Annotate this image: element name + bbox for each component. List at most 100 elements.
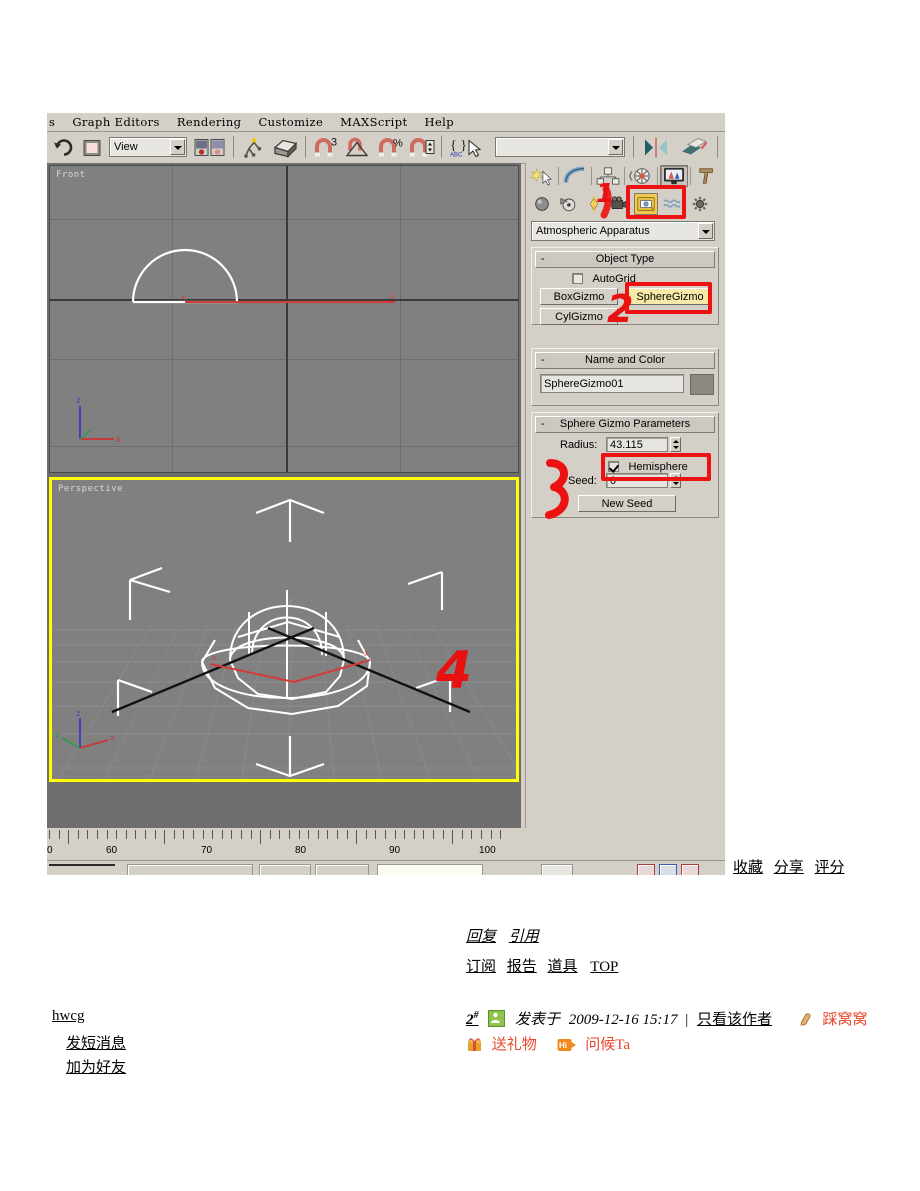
ruler-tick [346, 830, 348, 839]
author-name[interactable]: hwcg [52, 1008, 85, 1025]
ruler-tick [49, 830, 50, 839]
link-greet[interactable]: 问候Ta [585, 1037, 630, 1053]
status-icon-blue[interactable] [659, 864, 677, 875]
link-subscribe[interactable]: 订阅 [466, 959, 496, 975]
radius-label: Radius: [560, 439, 598, 451]
menu-item-partial[interactable]: s [47, 113, 64, 131]
link-rate[interactable]: 评分 [815, 860, 845, 876]
object-color-swatch[interactable] [690, 374, 714, 395]
ruler-tick [289, 830, 290, 839]
status-button-1[interactable] [541, 864, 573, 875]
link-quote[interactable]: 引用 [509, 929, 539, 945]
rollout-collapse-icon[interactable]: - [541, 252, 545, 267]
ruler-label-90: 90 [389, 845, 401, 856]
rollout-header-name-color[interactable]: - Name and Color [535, 352, 715, 369]
undo-arrow-icon[interactable] [51, 135, 75, 160]
viewport-front[interactable]: x x z x Front [49, 165, 519, 473]
post-number[interactable]: 2# [466, 1010, 479, 1028]
viewport-perspective[interactable]: x x z z x y Perspective 4 [49, 477, 519, 782]
chevron-down-icon[interactable] [608, 139, 623, 155]
rollout-header-sphere-params[interactable]: - Sphere Gizmo Parameters [535, 416, 715, 433]
percent-snap-icon[interactable]: % [377, 135, 403, 160]
select-and-link-icon[interactable] [241, 135, 265, 160]
svg-text:z: z [288, 597, 293, 606]
status-field-3[interactable] [315, 864, 369, 875]
status-field-4[interactable] [377, 864, 483, 875]
link-report[interactable]: 报告 [507, 959, 537, 975]
radius-spinner[interactable] [670, 437, 681, 452]
status-icon-red-1[interactable] [637, 864, 655, 875]
menu-item-graph-editors[interactable]: Graph Editors [64, 113, 169, 131]
spinner-snap-icon[interactable] [409, 135, 435, 160]
use-pivot-center-icon[interactable] [193, 135, 227, 160]
status-icon-circle[interactable] [607, 864, 621, 875]
autogrid-checkbox[interactable] [572, 273, 583, 284]
link-reply[interactable]: 回复 [466, 929, 496, 945]
category-shapes[interactable] [556, 193, 580, 215]
tab-utilities[interactable] [693, 165, 721, 187]
ruler-tick [365, 830, 367, 839]
menu-item-maxscript[interactable]: MAXScript [332, 113, 416, 131]
tab-create[interactable] [528, 165, 556, 187]
chevron-down-icon[interactable] [698, 223, 713, 239]
rollout-collapse-icon[interactable]: - [541, 353, 545, 368]
subcategory-dropdown[interactable]: Atmospheric Apparatus [531, 221, 715, 241]
named-selection-sets-icon[interactable]: { } ABC [449, 135, 483, 160]
rollout-header-object-type[interactable]: - Object Type [535, 251, 715, 268]
mirror-icon[interactable] [641, 135, 671, 160]
category-systems[interactable] [688, 193, 712, 215]
ruler-tick [385, 830, 386, 839]
ruler-tick [433, 830, 434, 839]
author-link-pm[interactable]: 发短消息 [66, 1032, 126, 1053]
chevron-down-icon[interactable] [170, 139, 185, 155]
angle-snap-icon[interactable] [345, 135, 371, 160]
menu-item-rendering[interactable]: Rendering [169, 113, 251, 131]
ruler-tick [241, 830, 242, 839]
link-only-author[interactable]: 只看该作者 [697, 1012, 772, 1028]
link-props[interactable]: 道具 [548, 959, 578, 975]
ruler-tick [461, 830, 463, 839]
status-field-1[interactable] [127, 864, 253, 875]
object-name-input[interactable]: SphereGizmo01 [540, 374, 684, 393]
tab-modify[interactable] [561, 165, 589, 187]
ruler-tick [298, 830, 300, 839]
author-link-add-friend[interactable]: 加为好友 [66, 1056, 126, 1077]
ruler-tick [327, 830, 329, 839]
timeline-ruler[interactable]: 0 60 70 80 90 100 [47, 828, 521, 860]
author-avatar-icon [488, 1010, 506, 1027]
gift-icon [466, 1037, 483, 1057]
ruler-label-0: 0 [47, 845, 53, 856]
ruler-tick [212, 830, 214, 839]
status-field-2[interactable] [259, 864, 311, 875]
coord-system-value: View [114, 141, 138, 153]
radius-input[interactable]: 43.115 [606, 437, 668, 452]
menu-bar: s Graph Editors Rendering Customize MAXScrip… [47, 113, 725, 131]
named-selection-input[interactable] [495, 137, 625, 157]
layers-icon[interactable] [679, 135, 709, 160]
svg-text:x: x [110, 733, 115, 742]
rollout-collapse-icon[interactable]: - [541, 417, 545, 432]
link-footprint[interactable]: 踩窝窝 [823, 1012, 868, 1028]
ruler-tick [471, 830, 473, 839]
ruler-tick [394, 830, 396, 839]
reference-coordinate-system-dropdown[interactable]: View [109, 137, 187, 157]
link-top[interactable]: TOP [590, 959, 618, 975]
menu-item-customize[interactable]: Customize [250, 113, 332, 131]
post-meta-line: 2# 发表于 2009-12-16 15:17 | 只看该作者 踩窝窝 [466, 1008, 868, 1032]
status-icon-red-2[interactable] [681, 864, 699, 875]
tab-display[interactable] [660, 165, 688, 187]
category-geometry[interactable] [530, 193, 554, 215]
snap-toggle-3-icon[interactable]: 3 [313, 135, 339, 160]
select-object-icon[interactable] [81, 135, 103, 160]
bind-to-space-warp-icon[interactable] [271, 135, 299, 160]
post-meta-line-2: 送礼物 Hi 问候Ta [466, 1033, 630, 1057]
new-seed-button[interactable]: New Seed [578, 495, 676, 512]
annotation-stroke-3 [545, 459, 569, 519]
link-share[interactable]: 分享 [774, 860, 804, 876]
link-send-gift[interactable]: 送礼物 [492, 1037, 537, 1053]
link-favorite[interactable]: 收藏 [733, 860, 763, 876]
svg-text:x: x [364, 649, 369, 658]
svg-text:x: x [116, 435, 121, 444]
status-bar [47, 860, 725, 875]
menu-item-help[interactable]: Help [417, 113, 463, 131]
